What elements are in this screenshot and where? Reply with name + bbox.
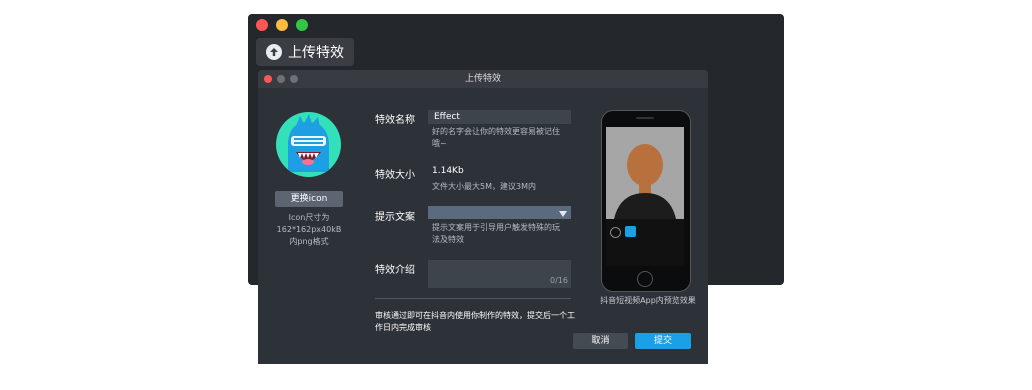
effect-thumbnail-icon[interactable] [625, 226, 636, 237]
dialog-zoom-light[interactable] [290, 75, 298, 83]
phone-home-button [637, 271, 653, 287]
cancel-button[interactable]: 取消 [573, 333, 628, 349]
upload-arrow-icon [266, 44, 282, 60]
effect-size-label: 特效大小 [375, 170, 415, 181]
upload-effect-button[interactable]: 上传特效 [256, 38, 354, 66]
effect-size-hint: 文件大小最大5M，建议3M内 [432, 182, 536, 191]
submit-button[interactable]: 提交 [635, 333, 691, 349]
effect-size-value: 1.14Kb [432, 166, 464, 176]
tip-text-label: 提示文案 [375, 212, 415, 223]
tip-text-hint: 提示文案用于引导用户触发特殊的玩 法及特效 [432, 223, 560, 244]
person-silhouette-icon [606, 127, 684, 266]
preview-caption: 抖音短视频App内预览效果 [600, 296, 696, 305]
phone-earpiece [636, 117, 654, 119]
close-light[interactable] [256, 19, 268, 31]
effect-icon-avatar [276, 112, 341, 177]
dialog-close-light[interactable] [264, 75, 272, 83]
minimize-light[interactable] [276, 19, 288, 31]
dialog-title: 上传特效 [258, 70, 708, 88]
effect-name-value: Effect [434, 112, 460, 122]
dialog-minimize-light[interactable] [277, 75, 285, 83]
effect-name-hint: 好的名字会让你的特效更容易被记住 哦~ [432, 127, 560, 148]
change-icon-button[interactable]: 更换icon [275, 191, 343, 207]
effect-name-input[interactable]: Effect [428, 110, 571, 124]
monster-icon [288, 114, 329, 172]
tip-text-select[interactable] [428, 206, 571, 219]
zoom-light[interactable] [296, 19, 308, 31]
icon-size-hint: Icon尺寸为 162*162px40kB 内png格式 [276, 213, 342, 246]
effect-name-label: 特效名称 [375, 115, 415, 126]
phone-screen [606, 127, 684, 266]
dropdown-arrow-icon [559, 209, 567, 222]
review-notice: 审核通过即可在抖音内使用你制作的特效，提交后一个工作日内完成审核 [375, 311, 575, 332]
intro-char-counter: 0/16 [550, 276, 568, 285]
effect-intro-label: 特效介绍 [375, 265, 415, 276]
upload-effect-label: 上传特效 [288, 45, 344, 61]
camera-flip-icon[interactable] [610, 227, 621, 238]
form-divider [375, 298, 571, 299]
